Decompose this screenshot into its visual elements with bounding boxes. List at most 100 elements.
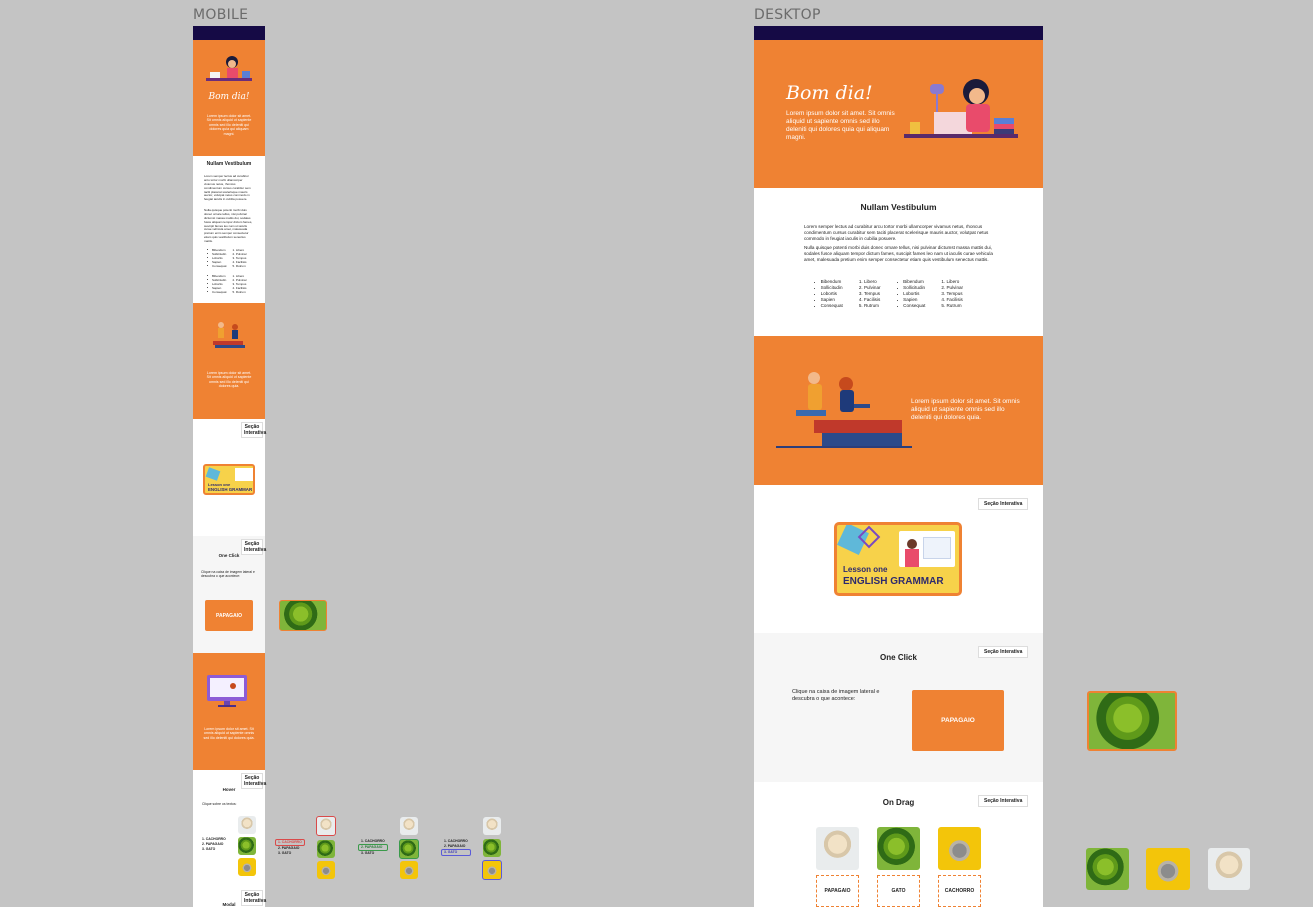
- mobile-lists-2: BibendumSollicitudinLobortisSapienConseq…: [207, 274, 247, 294]
- mobile-frame: Bom dia! Lorem ipsum dolor sit amet. Sit…: [193, 26, 266, 907]
- desktop-article-para1: Lorem semper lectus ad curabitur arcu to…: [804, 224, 989, 242]
- mobile-section-6: Lorem ipsum dolor sit amet. Sit omnis al…: [193, 653, 265, 770]
- drop-target-gato[interactable]: GATO: [877, 875, 920, 907]
- hover-variant-gato: 1. CACHORRO 2. PAPAGAIO 3. GATO: [441, 815, 503, 885]
- desktop-section-3-text: Lorem ipsum dolor sit amet. Sit omnis al…: [911, 398, 1020, 422]
- hover-list: 1. CACHORRO 2. PAPAGAIO 3. GATO: [202, 837, 226, 851]
- mobile-frame-label: MOBILE: [193, 7, 249, 23]
- hover-item-gato[interactable]: 3. GATO: [275, 851, 305, 856]
- numbered-list: LiberoPulvinarTempusFacilisisRutrum: [233, 274, 247, 294]
- mobile-hover-section: Seção Interativa Hover Clique sobre os t…: [193, 770, 266, 887]
- interactive-tag: Seção Interativa: [241, 422, 266, 438]
- numbered-list: LiberoPulvinarTempusFacilisisRutrum: [859, 279, 881, 309]
- diamond-decor: [205, 467, 221, 481]
- hover-title: Hover: [222, 787, 236, 792]
- mobile-article-para1: Lorem semper lectus ad curabitur arcu to…: [204, 174, 251, 202]
- desktop-article: Nullam Vestibulum Lorem semper lectus ad…: [754, 188, 1043, 336]
- lesson-card[interactable]: Lesson one ENGLISH GRAMMAR: [203, 464, 255, 495]
- girl-desk-illustration: [904, 79, 1018, 138]
- desktop-frame: Bom dia! Lorem ipsum dolor sit amet. Sit…: [754, 26, 1043, 907]
- mobile-lesson-section: Seção Interativa Lesson one ENGLISH GRAM…: [193, 419, 266, 536]
- cat-image: [238, 858, 256, 876]
- ondrag-title: On Drag: [882, 798, 915, 807]
- drop-target-cachorro[interactable]: CACHORRO: [938, 875, 981, 907]
- desktop-hero-text: Lorem ipsum dolor sit amet. Sit omnis al…: [786, 110, 895, 142]
- desktop-greeting: Bom dia!: [786, 82, 873, 104]
- desktop-lesson-section: Seção Interativa Lesson one ENGLISH GRAM…: [754, 485, 1043, 633]
- oneclick-text: Clique na caixa de imagem lateral e desc…: [201, 570, 255, 579]
- draggable-parrot-image[interactable]: [877, 827, 920, 870]
- parrot-image: [483, 839, 501, 857]
- desktop-ondrag-section: Seção Interativa On Drag PAPAGAIO GATO C…: [754, 782, 1043, 907]
- hover-item-cachorro[interactable]: 1. CACHORRO: [275, 839, 305, 847]
- mobile-article: Nullam Vestibulum Lorem semper lectus ad…: [193, 156, 265, 303]
- lesson-card[interactable]: Lesson one ENGLISH GRAMMAR: [834, 522, 962, 596]
- mobile-article-title: Nullam Vestibulum: [206, 161, 252, 167]
- mobile-section-6-text: Lorem ipsum dolor sit amet. Sit omnis al…: [203, 727, 255, 740]
- parrot-image: [238, 837, 256, 855]
- hover-item-gato[interactable]: 3. GATO: [202, 847, 226, 852]
- bullet-list: BibendumSollicitudinLobortisSapienConseq…: [897, 279, 925, 309]
- oneclick-title: One Click: [218, 553, 240, 558]
- cat-image: [400, 861, 418, 879]
- teacher-photo: [899, 531, 955, 567]
- papagaio-button[interactable]: PAPAGAIO: [205, 600, 253, 631]
- mobile-top-bar: [193, 26, 265, 40]
- oneclick-title: One Click: [880, 653, 917, 662]
- modal-title: Modal: [222, 902, 236, 907]
- desktop-section-3: Lorem ipsum dolor sit amet. Sit omnis al…: [754, 336, 1043, 485]
- mobile-lists-1: BibendumSollicitudinLobortisSapienConseq…: [207, 248, 247, 268]
- parrot-image: [399, 839, 419, 859]
- bullet-list: BibendumSollicitudinLobortisSapienConseq…: [207, 274, 227, 294]
- mobile-oneclick-section: Seção Interativa One Click Clique na cai…: [193, 536, 266, 653]
- draggable-cat-image[interactable]: [938, 827, 981, 870]
- hover-item-papagaio[interactable]: 2. PAPAGAIO: [202, 842, 226, 847]
- mobile-hero: Bom dia! Lorem ipsum dolor sit amet. Sit…: [193, 40, 265, 156]
- numbered-list: LiberoPulvinarTempusFacilisisRutrum: [941, 279, 963, 309]
- papagaio-button[interactable]: PAPAGAIO: [912, 690, 1004, 751]
- mobile-modal-section: Seção Interativa Modal: [193, 887, 266, 907]
- desktop-top-bar: [754, 26, 1043, 40]
- desktop-article-para2: Nulla quisque potenti morbi duis donec o…: [804, 245, 993, 263]
- desktop-frame-label: DESKTOP: [754, 7, 821, 23]
- lesson-line2: ENGLISH GRAMMAR: [208, 487, 253, 492]
- mobile-article-para2: Nulla quisque potenti morbi duis donec o…: [204, 208, 253, 244]
- mobile-oneclick-parrot-image[interactable]: [279, 600, 327, 631]
- parrot-image: [317, 840, 335, 858]
- hover-item-gato[interactable]: 3. GATO: [358, 851, 388, 856]
- mobile-greeting: Bom dia!: [208, 92, 250, 102]
- desktop-article-title: Nullam Vestibulum: [860, 202, 937, 212]
- bullet-list: BibendumSollicitudinLobortisSapienConseq…: [814, 279, 843, 309]
- dog-image: [316, 816, 336, 836]
- interactive-tag: Seção Interativa: [978, 498, 1029, 510]
- reading-people-illustration: [213, 322, 245, 348]
- desktop-oneclick-parrot-image[interactable]: [1087, 691, 1177, 751]
- hover-item-cachorro[interactable]: 1. CACHORRO: [358, 839, 388, 844]
- numbered-list: LiberoPulvinarTempusFacilisisRutrum: [233, 248, 247, 268]
- cat-image: [482, 860, 502, 880]
- lesson-line1: Lesson one: [843, 565, 888, 574]
- reading-people-illustration: [776, 372, 912, 448]
- oneclick-text: Clique na caixa de imagem lateral e desc…: [792, 689, 880, 703]
- girl-desk-illustration: [206, 56, 252, 81]
- mobile-section-3: Lorem ipsum dolor sit amet. Sit omnis al…: [193, 303, 265, 419]
- monitor-illustration: [207, 675, 247, 707]
- mobile-section-3-text: Lorem ipsum dolor sit amet. Sit omnis al…: [206, 371, 252, 389]
- side-cat-image: [1146, 848, 1190, 890]
- dog-image: [238, 816, 256, 834]
- desktop-oneclick-section: Seção Interativa One Click Clique na cai…: [754, 633, 1043, 782]
- hover-variant-papagaio: 1. CACHORRO 2. PAPAGAIO 3. GATO: [358, 815, 420, 885]
- dog-image: [400, 817, 418, 835]
- drop-target-papagaio[interactable]: PAPAGAIO: [816, 875, 859, 907]
- desktop-hero: Bom dia! Lorem ipsum dolor sit amet. Sit…: [754, 40, 1043, 188]
- cat-image: [317, 861, 335, 879]
- dog-image: [483, 817, 501, 835]
- hover-item-gato[interactable]: 3. GATO: [441, 849, 471, 857]
- side-dog-image: [1208, 848, 1250, 890]
- hover-item-papagaio[interactable]: 2. PAPAGAIO: [358, 844, 388, 852]
- hover-variant-cachorro: 1. CACHORRO 2. PAPAGAIO 3. GATO: [275, 815, 336, 885]
- desktop-lists: BibendumSollicitudinLobortisSapienConseq…: [814, 279, 964, 309]
- draggable-dog-image[interactable]: [816, 827, 859, 870]
- lesson-line2: ENGLISH GRAMMAR: [843, 576, 944, 587]
- bullet-list: BibendumSollicitudinLobortisSapienConseq…: [207, 248, 227, 268]
